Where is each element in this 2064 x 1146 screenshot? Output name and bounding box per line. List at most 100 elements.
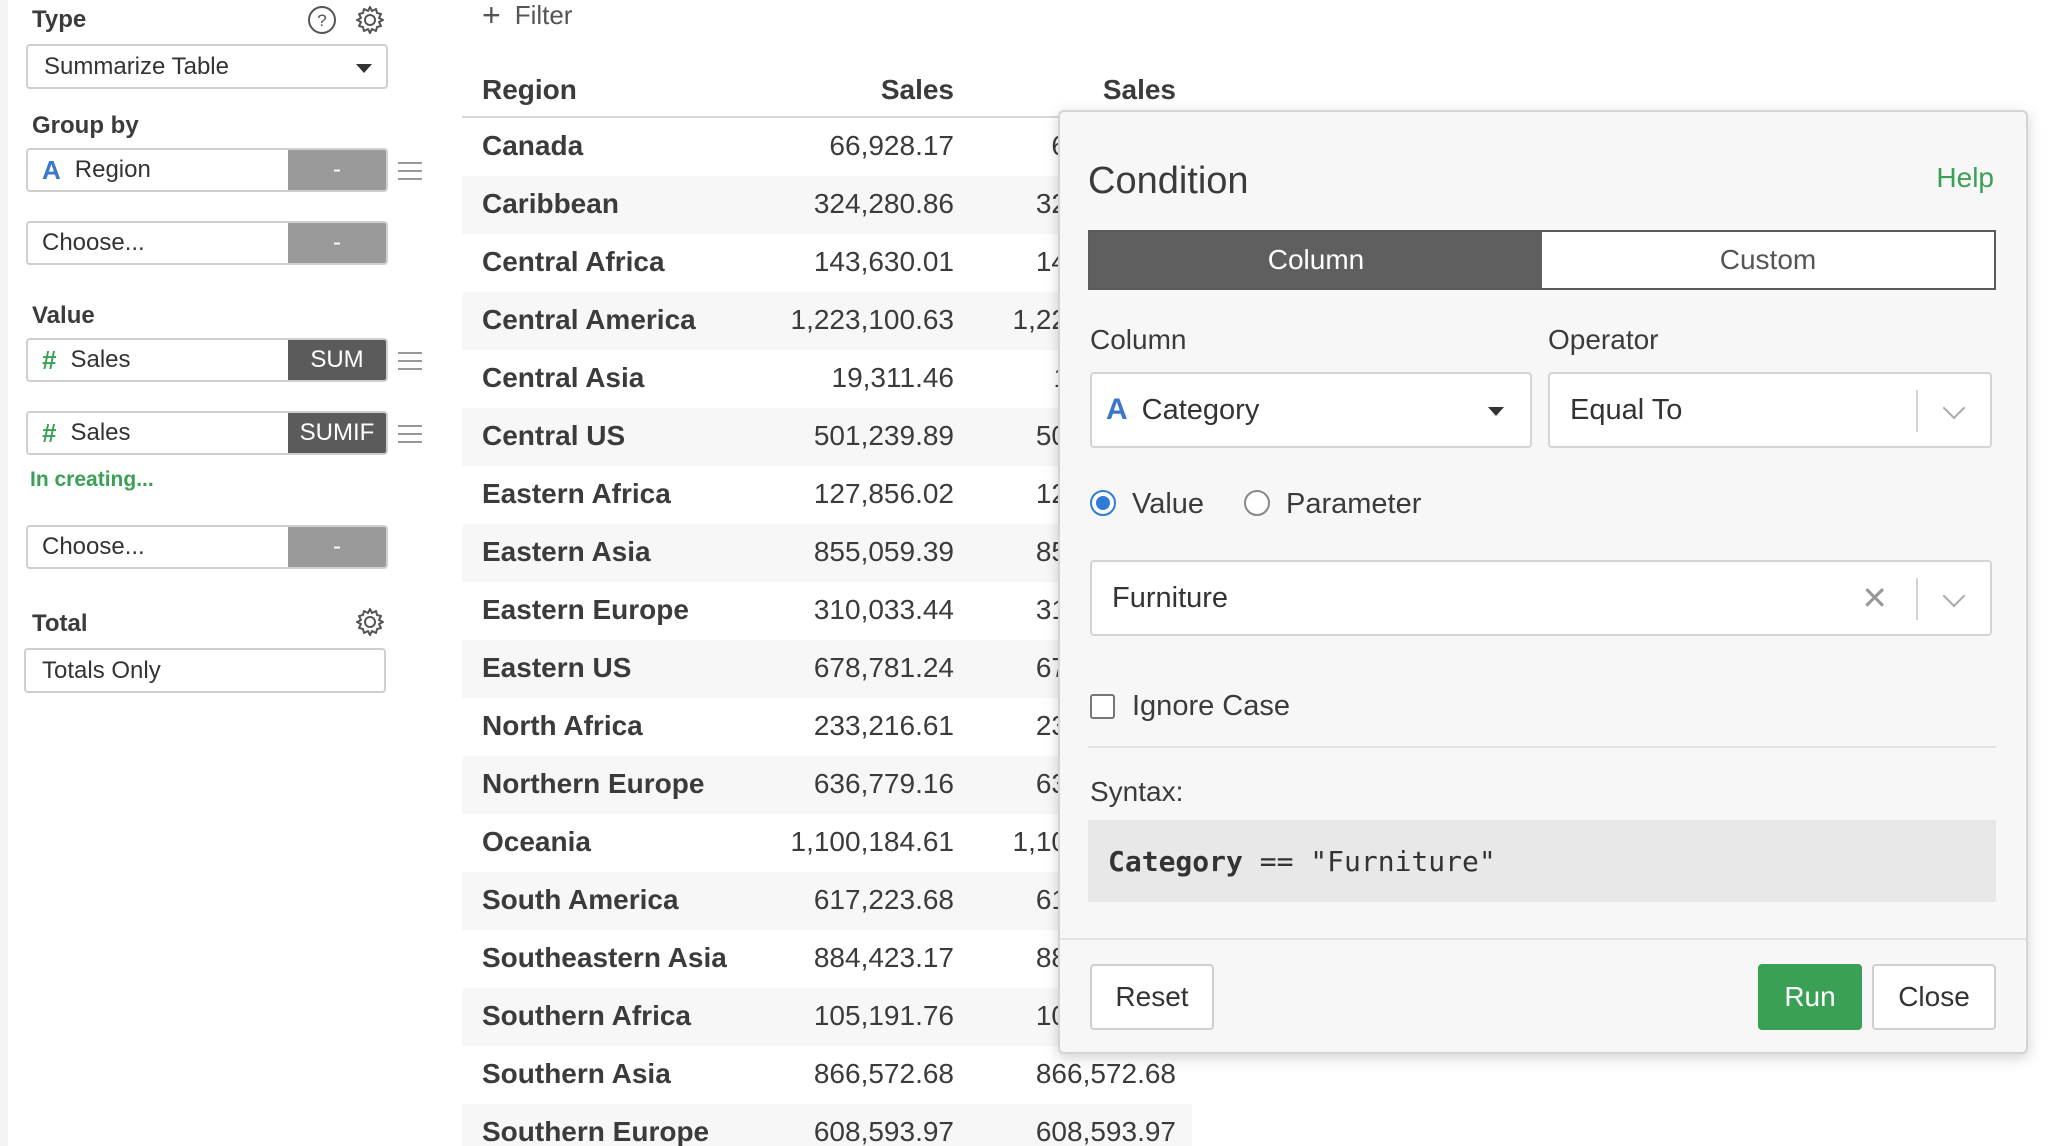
value-choose[interactable]: Choose... -: [26, 525, 388, 569]
region-cell: Southern Africa: [482, 1000, 691, 1031]
add-filter-button[interactable]: + Filter: [482, 0, 573, 33]
syntax-column: Category: [1108, 844, 1243, 878]
region-cell: Southern Asia: [482, 1058, 671, 1089]
config-sidebar: Type ? Summarize Table Group by A Region …: [0, 0, 440, 1146]
syntax-preview: Category == "Furniture": [1088, 820, 1996, 902]
sales-cell: 678,781.24: [813, 652, 954, 683]
table-row: Southern Asia 866,572.68 866,572.68: [462, 1046, 1192, 1104]
region-cell: Caribbean: [482, 188, 619, 219]
column-select[interactable]: A Category: [1090, 372, 1532, 448]
type-label: Type: [32, 6, 87, 33]
gear-icon[interactable]: [354, 4, 386, 36]
help-link[interactable]: Help: [1936, 162, 1994, 194]
region-cell: Eastern US: [482, 652, 632, 683]
plus-icon: +: [482, 0, 501, 33]
column-header-region[interactable]: Region: [482, 74, 577, 106]
type-select[interactable]: Summarize Table: [26, 44, 388, 89]
column-header-sales-sumif[interactable]: Sales: [1103, 74, 1176, 106]
region-cell: Eastern Europe: [482, 594, 689, 625]
total-select[interactable]: Totals Only: [24, 648, 386, 693]
text-type-icon: A: [1106, 393, 1128, 426]
caret-down-icon: [1488, 407, 1504, 416]
value-input-text: Furniture: [1112, 581, 1229, 614]
total-select-value: Totals Only: [42, 656, 161, 684]
svg-text:?: ?: [317, 11, 326, 30]
sales-cell: 324,280.86: [813, 188, 954, 219]
condition-dialog: Condition Help Column Custom Column Oper…: [1058, 110, 2028, 1054]
region-cell: Southern Europe: [482, 1116, 710, 1146]
sales-cell: 866,572.68: [813, 1058, 954, 1089]
run-button[interactable]: Run: [1758, 964, 1862, 1030]
sales-cell: 19,311.46: [831, 362, 955, 393]
drag-handle-icon[interactable]: [398, 162, 422, 182]
select-separator: [1916, 390, 1918, 432]
value-input[interactable]: Furniture ✕: [1090, 560, 1992, 636]
help-circle-icon[interactable]: ?: [306, 4, 338, 36]
value-label: Value: [32, 302, 95, 329]
region-cell: Oceania: [482, 826, 591, 857]
select-separator: [1916, 578, 1918, 620]
table-row: Southern Europe 608,593.97 608,593.97: [462, 1104, 1192, 1146]
region-cell: Central Asia: [482, 362, 645, 393]
region-cell: Central US: [482, 420, 626, 451]
sales-sumif-cell: 866,572.68: [1035, 1058, 1176, 1089]
radio-parameter[interactable]: [1244, 490, 1270, 516]
drag-handle-icon[interactable]: [398, 352, 422, 372]
syntax-label: Syntax:: [1090, 776, 1184, 807]
sales-sumif-cell: 608,593.97: [1035, 1116, 1176, 1146]
column-field-label: Column: [1090, 324, 1187, 355]
filter-label: Filter: [514, 0, 573, 30]
sales-cell: 636,779.16: [813, 768, 954, 799]
region-cell: Northern Europe: [482, 768, 705, 799]
choose-placeholder: Choose...: [42, 533, 145, 560]
sales-cell: 105,191.76: [813, 1000, 954, 1031]
sales-cell: 127,856.02: [813, 478, 954, 509]
group-by-choose[interactable]: Choose... -: [26, 221, 388, 265]
ignore-case-checkbox[interactable]: [1090, 694, 1115, 719]
sales-cell: 1,223,100.63: [790, 304, 955, 335]
group-by-item-region[interactable]: A Region -: [26, 148, 388, 192]
radio-parameter-label: Parameter: [1286, 488, 1422, 520]
operator-select[interactable]: Equal To: [1548, 372, 1992, 448]
reset-button[interactable]: Reset: [1090, 964, 1214, 1030]
column-header-sales[interactable]: Sales: [881, 74, 954, 106]
region-cell: Southeastern Asia: [482, 942, 727, 973]
drag-handle-icon[interactable]: [398, 425, 422, 445]
sales-cell: 608,593.97: [813, 1116, 954, 1146]
condition-mode-tabs: Column Custom: [1088, 230, 1996, 290]
value-column-name: Sales: [70, 419, 131, 446]
sales-cell: 501,239.89: [813, 420, 954, 451]
radio-value[interactable]: [1090, 490, 1116, 516]
chevron-down-icon: [1942, 396, 1966, 420]
region-cell: Eastern Asia: [482, 536, 651, 567]
region-cell: North Africa: [482, 710, 643, 741]
aggregation-button[interactable]: SUM: [288, 340, 386, 380]
type-select-value: Summarize Table: [44, 52, 229, 80]
ignore-case-label: Ignore Case: [1132, 690, 1290, 722]
operator-field-label: Operator: [1548, 324, 1659, 355]
region-cell: Canada: [482, 130, 584, 161]
tab-custom[interactable]: Custom: [1542, 232, 1994, 288]
gear-icon[interactable]: [354, 606, 386, 638]
group-by-label: Group by: [32, 112, 139, 139]
tab-column[interactable]: Column: [1090, 232, 1542, 288]
sales-cell: 884,423.17: [813, 942, 954, 973]
value-item-sales-sumif[interactable]: # Sales SUMIF: [26, 411, 388, 455]
divider: [1088, 746, 1996, 748]
clear-icon[interactable]: ✕: [1861, 582, 1888, 614]
sales-cell: 855,059.39: [813, 536, 954, 567]
remove-group-button[interactable]: -: [288, 150, 386, 190]
remove-value-button[interactable]: -: [288, 527, 386, 567]
sales-cell: 143,630.01: [813, 246, 954, 277]
sales-cell: 66,928.17: [829, 130, 954, 161]
number-type-icon: #: [42, 417, 57, 448]
close-button[interactable]: Close: [1872, 964, 1996, 1030]
remove-group-button[interactable]: -: [288, 223, 386, 263]
in-creating-status: In creating...: [30, 468, 154, 491]
aggregation-button[interactable]: SUMIF: [288, 413, 386, 453]
total-label: Total: [32, 610, 88, 637]
group-by-column-name: Region: [74, 156, 151, 183]
sales-cell: 1,100,184.61: [790, 826, 955, 857]
value-item-sales-sum[interactable]: # Sales SUM: [26, 338, 388, 382]
caret-down-icon: [356, 64, 372, 73]
